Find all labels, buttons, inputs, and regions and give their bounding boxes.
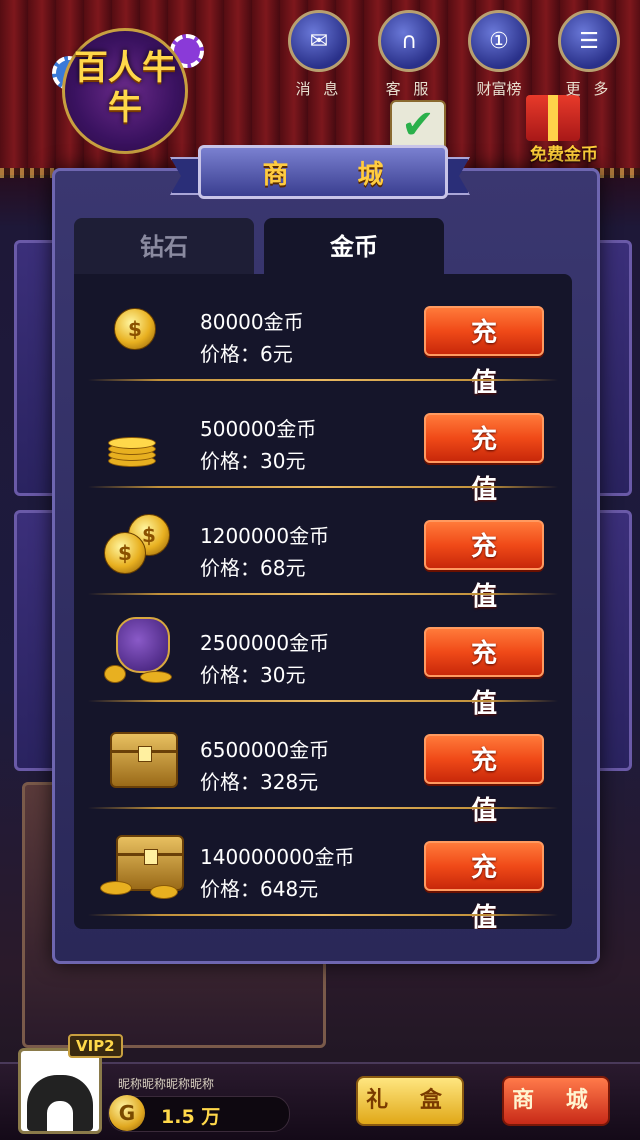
gold-coin-icon: G (109, 1095, 145, 1131)
nav-leaderboard-button[interactable]: ① 财富榜 (468, 10, 530, 99)
product-price: 价格：30元 (200, 449, 306, 473)
logo-text: 百人牛牛 (74, 48, 176, 128)
medal-icon: ① (468, 10, 530, 72)
nav-label: 财富榜 (476, 80, 522, 98)
coin-pile-icon: $ $ (104, 510, 174, 574)
nav-label: 客 服 (385, 80, 433, 98)
product-row: 140000000金币 价格：648元 充 值 (74, 809, 572, 929)
treasure-chest-icon (104, 724, 178, 788)
game-logo: 百人牛牛 (50, 18, 204, 154)
product-name: 500000金币 (200, 417, 317, 441)
product-row: $ 80000金币 价格：6元 充 值 (74, 274, 572, 398)
shop-title-ribbon: 商 城 (170, 145, 470, 201)
product-name: 1200000金币 (200, 524, 330, 548)
nav-label: 更 多 (565, 80, 613, 98)
tab-gold[interactable]: 金币 (264, 218, 444, 276)
product-row: 500000金币 价格：30元 充 值 (74, 381, 572, 505)
gift-box-button[interactable]: 礼 盒 (356, 1076, 464, 1126)
product-row: $ $ 1200000金币 价格：68元 充 值 (74, 488, 572, 612)
product-name: 140000000金币 (200, 845, 355, 869)
coin-amount: 1.5 万 (161, 1106, 221, 1128)
headset-icon: ∩ (378, 10, 440, 72)
row-divider (88, 914, 558, 916)
player-nickname: 昵称昵称昵称昵称 (118, 1077, 215, 1091)
gift-box-icon[interactable] (526, 95, 580, 141)
nav-more-button[interactable]: ☰ 更 多 (558, 10, 620, 99)
product-price: 价格：30元 (200, 663, 306, 687)
coin-balance: G 1.5 万 (108, 1095, 290, 1132)
nav-messages-button[interactable]: ✉ 消 息 (288, 10, 350, 99)
envelope-icon: ✉ (288, 10, 350, 72)
recharge-button[interactable]: 充 值 (424, 734, 544, 826)
free-coin-label[interactable]: 免费金币 (530, 140, 598, 165)
tab-diamond[interactable]: 钻石 (74, 218, 254, 276)
coin-bag-icon (104, 617, 174, 683)
menu-list-icon: ☰ (558, 10, 620, 72)
product-price: 价格：328元 (200, 770, 319, 794)
product-name: 2500000金币 (200, 631, 330, 655)
product-row: 6500000金币 价格：328元 充 值 (74, 702, 572, 826)
shop-title: 商 城 (262, 159, 414, 190)
nav-label: 消 息 (295, 80, 343, 98)
product-price: 价格：68元 (200, 556, 306, 580)
recharge-button[interactable]: 充 值 (424, 306, 544, 398)
nav-support-button[interactable]: ∩ 客 服 (378, 10, 440, 99)
coin-stack-icon (104, 403, 174, 467)
product-price: 价格：6元 (200, 342, 293, 366)
recharge-button[interactable]: 充 值 (424, 627, 544, 719)
recharge-button[interactable]: 充 值 (424, 841, 544, 929)
vip-badge: VIP2 (68, 1034, 123, 1058)
shop-button[interactable]: 商 城 (502, 1076, 610, 1126)
product-price: 价格：648元 (200, 877, 319, 901)
single-coin-icon: $ (104, 296, 174, 360)
cat-avatar-icon (27, 1075, 93, 1131)
recharge-button[interactable]: 充 值 (424, 520, 544, 612)
product-list: $ 80000金币 价格：6元 充 值 500000金币 价格：30元 充 值 … (74, 274, 572, 929)
ribbon-body: 商 城 (198, 145, 448, 199)
product-row: 2500000金币 价格：30元 充 值 (74, 595, 572, 719)
shop-tabs: 钻石 金币 (74, 218, 572, 276)
product-name: 6500000金币 (200, 738, 330, 762)
product-name: 80000金币 (200, 310, 304, 334)
top-navigation: ✉ 消 息 ∩ 客 服 ① 财富榜 ☰ 更 多 (288, 10, 620, 99)
avatar[interactable] (18, 1048, 102, 1134)
treasure-chest-large-icon (100, 831, 184, 899)
recharge-button[interactable]: 充 值 (424, 413, 544, 505)
